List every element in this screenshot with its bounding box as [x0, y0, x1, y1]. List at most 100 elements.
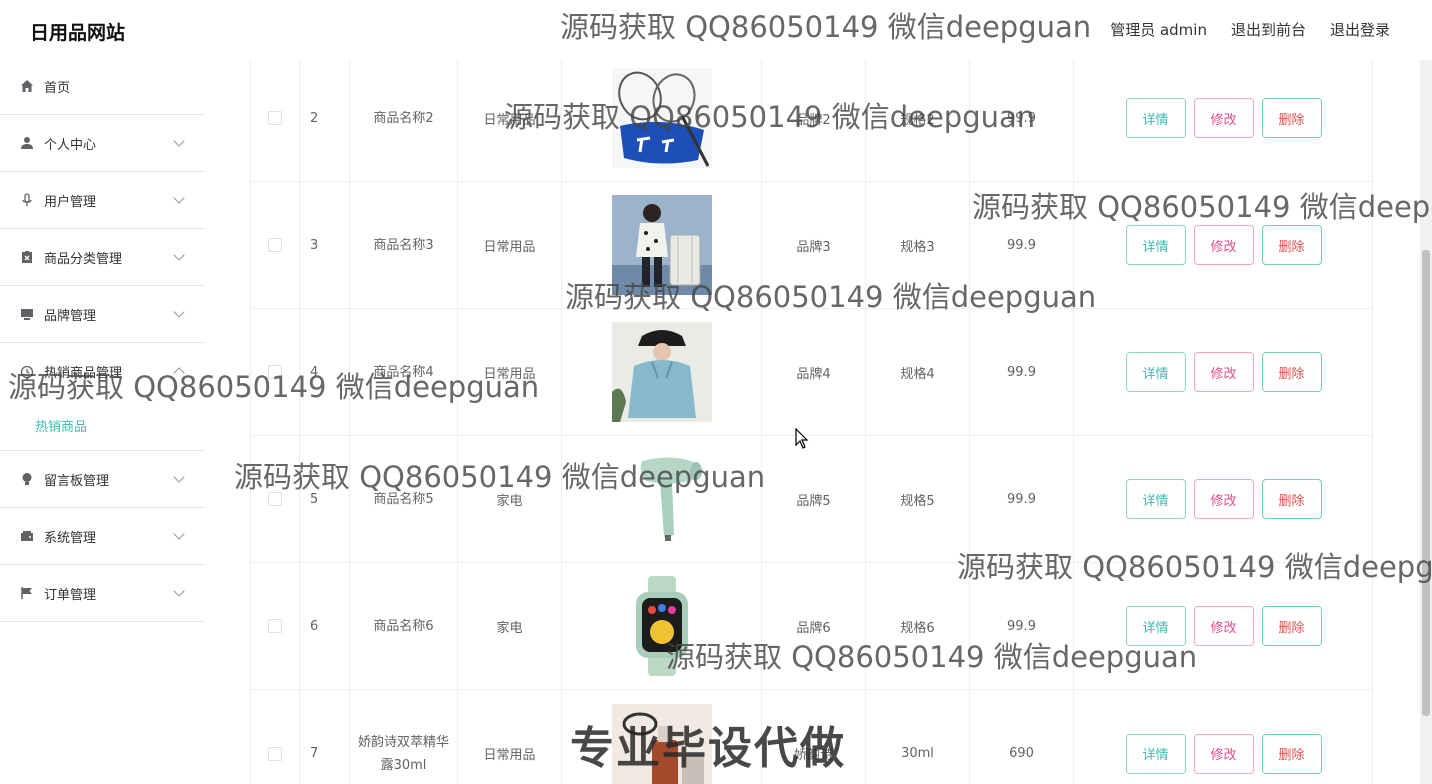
row-checkbox[interactable]: [268, 238, 282, 252]
product-spec: 30ml: [866, 690, 970, 784]
detail-button[interactable]: 详情: [1125, 733, 1186, 774]
top-header: 日用品网站 管理员 admin 退出到前台 退出登录: [0, 0, 1432, 60]
chevron-down-icon: [173, 249, 185, 261]
row-actions: 详情 修改 删除: [1074, 182, 1373, 308]
delete-button[interactable]: 删除: [1261, 733, 1322, 774]
edit-button[interactable]: 修改: [1193, 98, 1254, 138]
clipboard-icon: [19, 249, 35, 265]
chevron-down-icon: [173, 471, 185, 483]
clock-icon: [19, 364, 35, 380]
sidebar-item-brand-management[interactable]: 品牌管理: [0, 286, 205, 343]
sidebar-item-user-management[interactable]: 用户管理: [0, 172, 205, 229]
row-actions: 详情 修改 删除: [1074, 690, 1373, 784]
delete-button[interactable]: 删除: [1261, 352, 1322, 392]
sidebar-item-label: 系统管理: [44, 530, 97, 546]
detail-button[interactable]: 详情: [1125, 479, 1186, 519]
product-price: 99.9: [970, 309, 1074, 435]
product-image[interactable]: [611, 68, 712, 168]
product-price: 690: [970, 690, 1074, 784]
logout-link[interactable]: 退出登录: [1330, 19, 1390, 40]
product-brand: 品牌6: [762, 563, 866, 689]
front-link[interactable]: 退出到前台: [1231, 19, 1306, 40]
delete-button[interactable]: 删除: [1261, 98, 1322, 138]
chevron-down-icon: [173, 135, 185, 147]
product-category: 家电: [458, 436, 562, 562]
detail-button[interactable]: 详情: [1125, 225, 1186, 265]
product-category: 日常用品: [458, 182, 562, 308]
chevron-up-icon: [173, 367, 185, 379]
sidebar-item-label: 品牌管理: [44, 308, 97, 324]
product-name: 商品名称3: [350, 182, 458, 308]
sidebar-item-home[interactable]: 首页: [0, 58, 205, 115]
product-name: 商品名称6: [350, 563, 458, 689]
sidebar-item-system-management[interactable]: 系统管理: [0, 508, 205, 565]
product-category: 家电: [458, 563, 562, 689]
edit-button[interactable]: 修改: [1193, 225, 1254, 265]
sidebar-item-category-management[interactable]: 商品分类管理: [0, 229, 205, 286]
row-index: 3: [300, 182, 350, 308]
table-row: 7 娇韵诗双萃精华露30ml 日常用品 娇韵诗 30ml 690 详情 修改 删…: [251, 690, 1372, 784]
product-image[interactable]: [611, 449, 712, 549]
sidebar-item-personal-center[interactable]: 个人中心: [0, 115, 205, 172]
product-name: 商品名称4: [350, 309, 458, 435]
delete-button[interactable]: 删除: [1261, 606, 1322, 646]
edit-button[interactable]: 修改: [1193, 606, 1254, 646]
wallet-icon: [19, 528, 35, 544]
sidebar-subitem-hot-products[interactable]: 热销商品: [0, 400, 205, 450]
product-category: 日常用品: [458, 690, 562, 784]
product-price: 99.9: [970, 436, 1074, 562]
detail-button[interactable]: 详情: [1125, 352, 1186, 392]
edit-button[interactable]: 修改: [1193, 733, 1254, 774]
row-index: 5: [300, 436, 350, 562]
product-name: 商品名称2: [350, 58, 458, 181]
product-spec: 规格2: [866, 58, 970, 181]
product-price: 99.9: [970, 182, 1074, 308]
sidebar-group-hot-products: 热销商品管理 热销商品: [0, 343, 205, 451]
product-image[interactable]: [611, 195, 712, 295]
microphone-icon: [19, 192, 35, 208]
product-brand: 品牌5: [762, 436, 866, 562]
row-checkbox[interactable]: [268, 492, 282, 506]
sidebar-item-label: 商品分类管理: [44, 251, 123, 267]
sidebar-item-label: 留言板管理: [44, 473, 110, 489]
sidebar-item-label: 用户管理: [44, 194, 97, 210]
row-index: 6: [300, 563, 350, 689]
sidebar-item-label: 个人中心: [44, 137, 97, 153]
table-row: 3 商品名称3 日常用品 品牌3 规格3 99.9 详情 修改 删除: [251, 182, 1372, 309]
scrollbar-thumb[interactable]: [1422, 250, 1430, 716]
product-price: 99.9: [970, 58, 1074, 181]
product-price: 99.9: [970, 563, 1074, 689]
detail-button[interactable]: 详情: [1125, 606, 1186, 646]
row-actions: 详情 修改 删除: [1074, 436, 1373, 562]
site-title: 日用品网站: [30, 22, 126, 44]
product-spec: 规格5: [866, 436, 970, 562]
detail-button[interactable]: 详情: [1125, 98, 1186, 138]
table-row: 5 商品名称5 家电 品牌5 规格5 99.9 详情 修改 删除: [251, 436, 1372, 563]
product-image[interactable]: [611, 703, 712, 784]
edit-button[interactable]: 修改: [1193, 352, 1254, 392]
row-checkbox[interactable]: [268, 365, 282, 379]
vertical-scrollbar[interactable]: [1420, 58, 1432, 784]
product-category: 日常用品: [458, 309, 562, 435]
delete-button[interactable]: 删除: [1261, 225, 1322, 265]
product-image[interactable]: [611, 322, 712, 422]
header-links: 管理员 admin 退出到前台 退出登录: [1110, 19, 1390, 40]
product-table: 2 商品名称2 日常用品 品牌2 规格2 99.9 详情 修改 删除 3 商品名…: [250, 58, 1373, 784]
sidebar-item-order-management[interactable]: 订单管理: [0, 565, 205, 622]
lightbulb-icon: [19, 471, 35, 487]
sidebar-item-label: 首页: [44, 80, 71, 96]
monitor-icon: [19, 306, 35, 322]
product-image[interactable]: [611, 576, 712, 676]
sidebar-item-message-board[interactable]: 留言板管理: [0, 451, 205, 508]
row-checkbox[interactable]: [268, 619, 282, 633]
edit-button[interactable]: 修改: [1193, 479, 1254, 519]
row-actions: 详情 修改 删除: [1074, 58, 1373, 181]
product-brand: 品牌4: [762, 309, 866, 435]
sidebar-item-label: 热销商品管理: [44, 366, 123, 381]
row-checkbox[interactable]: [268, 111, 282, 125]
chevron-down-icon: [173, 528, 185, 540]
product-name: 娇韵诗双萃精华露30ml: [350, 690, 458, 784]
row-checkbox[interactable]: [268, 746, 282, 761]
delete-button[interactable]: 删除: [1261, 479, 1322, 519]
sidebar-item-hot-products-management[interactable]: 热销商品管理: [0, 343, 205, 400]
